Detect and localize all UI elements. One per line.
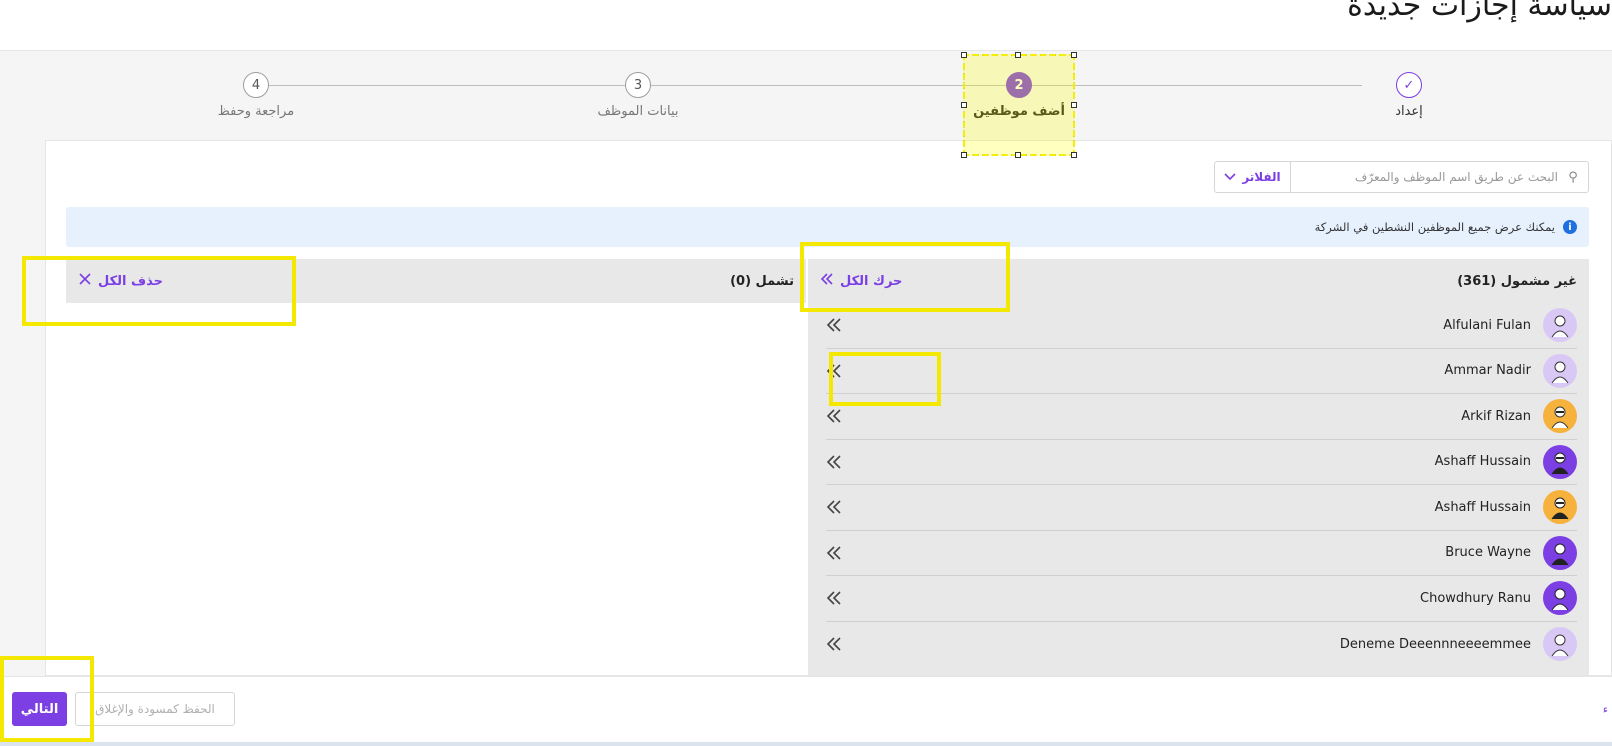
- list-item: Chowdhury Ranu: [826, 576, 1577, 622]
- excluded-list: حرك الكل غير مشمول (361) Alfulani Fulan …: [808, 259, 1589, 675]
- resize-handle: [1071, 52, 1077, 58]
- resize-handle: [961, 152, 967, 158]
- employee-name: Arkif Rizan: [1461, 408, 1531, 424]
- step-employee-data[interactable]: 3 بيانات الموظف: [563, 72, 713, 119]
- save-draft-button[interactable]: الحفظ كمسودة والإغلاق: [75, 692, 235, 726]
- excluded-title: غير مشمول (361): [1457, 273, 1577, 289]
- move-employee-button[interactable]: [826, 363, 856, 379]
- step-review-save[interactable]: 4 مراجعة وحفظ: [181, 72, 331, 119]
- list-item: Ashaff Hussain: [826, 485, 1577, 531]
- employee-name: Ashaff Hussain: [1434, 454, 1531, 470]
- step-label: مراجعة وحفظ: [217, 104, 295, 119]
- info-text: يمكنك عرض جميع الموظفين النشطين في الشرك…: [1314, 220, 1555, 234]
- move-all-button[interactable]: حرك الكل: [820, 272, 902, 290]
- filters-label: الفلاتر: [1242, 170, 1281, 184]
- move-employee-button[interactable]: [826, 590, 856, 606]
- resize-handle: [961, 102, 967, 108]
- employee-name: Ammar Nadir: [1444, 363, 1531, 379]
- step-label: بيانات الموظف: [597, 104, 679, 119]
- included-list: حذف الكل تشمل (0): [66, 259, 806, 675]
- move-employee-button[interactable]: [826, 545, 856, 561]
- remove-all-button[interactable]: حذف الكل: [78, 272, 163, 290]
- resize-handle: [1015, 152, 1021, 158]
- employee-name: Deneme Deeennneeeemmee: [1339, 636, 1531, 652]
- included-title: تشمل (0): [730, 273, 794, 289]
- resize-handle: [961, 52, 967, 58]
- move-employee-button[interactable]: [826, 317, 856, 333]
- selected-step-highlight: [961, 52, 1077, 158]
- move-employee-button[interactable]: [826, 408, 856, 424]
- employee-picker-card: ⚲ الفلاتر يمكنك عرض جميع الموظفين النشطي…: [45, 140, 1612, 676]
- avatar: [1543, 535, 1577, 570]
- step-setup[interactable]: ✓ إعداد: [1334, 72, 1484, 119]
- remove-all-label: حذف الكل: [98, 273, 164, 289]
- info-icon: i: [1563, 220, 1577, 234]
- resize-handle: [1071, 152, 1077, 158]
- filters-button[interactable]: الفلاتر: [1215, 162, 1291, 192]
- list-item: Deneme Deeennneeeemmee: [826, 622, 1577, 668]
- avatar: [1543, 308, 1577, 343]
- check-icon: ✓: [1396, 72, 1422, 98]
- move-employee-button[interactable]: [826, 636, 856, 652]
- avatar: [1543, 490, 1577, 525]
- step-label: إعداد: [1395, 104, 1423, 119]
- included-header: حذف الكل تشمل (0): [66, 259, 806, 303]
- avatar: [1543, 399, 1577, 434]
- search-icon: ⚲: [1568, 169, 1578, 185]
- move-employee-button[interactable]: [826, 499, 856, 515]
- footer-bar: التالي الحفظ كمسودة والإغلاق ء: [0, 676, 1612, 746]
- search-bar: ⚲ الفلاتر: [1214, 161, 1589, 193]
- employee-name: Alfulani Fulan: [1443, 317, 1531, 333]
- employee-name: Chowdhury Ranu: [1420, 590, 1531, 606]
- excluded-header: حرك الكل غير مشمول (361): [808, 259, 1589, 303]
- stepper-track: [255, 85, 1362, 86]
- horizontal-scrollbar[interactable]: [0, 742, 1612, 746]
- next-button[interactable]: التالي: [12, 692, 67, 726]
- step-number: 3: [625, 72, 651, 98]
- move-employee-button[interactable]: [826, 454, 856, 470]
- list-item: Bruce Wayne: [826, 531, 1577, 576]
- page-title: سياسة إجازات جديدة: [1347, 0, 1612, 23]
- employee-name: Ashaff Hussain: [1434, 499, 1531, 515]
- employee-name: Bruce Wayne: [1445, 545, 1531, 561]
- close-icon: [78, 272, 92, 290]
- avatar: [1543, 444, 1577, 479]
- step-number: 4: [243, 72, 269, 98]
- double-chevron-left-icon: [820, 272, 834, 290]
- resize-handle: [1015, 52, 1021, 58]
- avatar: [1543, 353, 1577, 388]
- list-item: Arkif Rizan: [826, 394, 1577, 440]
- list-item: Ashaff Hussain: [826, 440, 1577, 485]
- list-item: Alfulani Fulan: [826, 303, 1577, 349]
- search-input[interactable]: [1291, 162, 1558, 192]
- move-all-label: حرك الكل: [840, 273, 903, 289]
- avatar: [1543, 581, 1577, 616]
- footer-edge-text: ء: [1602, 703, 1608, 716]
- employee-rows: Alfulani Fulan Ammar Nadir Arkif Rizan A…: [808, 303, 1589, 667]
- info-banner: يمكنك عرض جميع الموظفين النشطين في الشرك…: [66, 207, 1589, 247]
- resize-handle: [1071, 102, 1077, 108]
- list-item: Ammar Nadir: [826, 349, 1577, 394]
- avatar: [1543, 627, 1577, 662]
- chevron-down-icon: [1224, 170, 1236, 184]
